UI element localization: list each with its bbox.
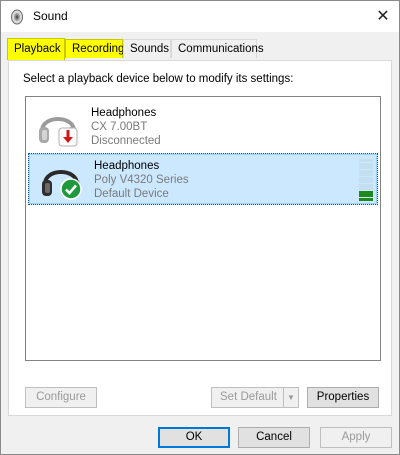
close-button[interactable]: ✕ [371, 5, 395, 27]
device-status: Disconnected [91, 135, 161, 147]
instruction-text: Select a playback device below to modify… [23, 73, 294, 85]
device-list[interactable]: Headphones CX 7.00BT Disconnected Headph… [25, 96, 381, 361]
tab-recording[interactable]: Recording [65, 39, 124, 58]
device-status: Default Device [94, 188, 169, 200]
window-title: Sound [33, 9, 68, 23]
default-check-icon [60, 178, 82, 200]
device-item-poly-v4320[interactable]: Headphones Poly V4320 Series Default Dev… [28, 153, 378, 205]
playback-panel: Select a playback device below to modify… [8, 60, 392, 416]
ok-button[interactable]: OK [158, 427, 230, 448]
speaker-icon [11, 9, 23, 25]
device-item-cx700bt[interactable]: Headphones CX 7.00BT Disconnected [26, 101, 376, 153]
tab-playback[interactable]: Playback [7, 38, 65, 60]
sound-dialog: Sound ✕ Playback Recording Sounds Commun… [0, 0, 400, 455]
title-bar: Sound ✕ [1, 1, 399, 32]
set-default-button[interactable]: Set Default ▼ [211, 387, 299, 408]
device-model: Poly V4320 Series [94, 174, 189, 186]
properties-button[interactable]: Properties [307, 387, 379, 408]
disconnected-arrow-icon [58, 127, 78, 147]
volume-level-meter [359, 159, 373, 201]
tab-sounds[interactable]: Sounds [123, 39, 171, 58]
set-default-label: Set Default [220, 391, 277, 403]
apply-button[interactable]: Apply [320, 427, 392, 448]
tab-communications[interactable]: Communications [171, 39, 264, 58]
chevron-down-icon[interactable]: ▼ [283, 388, 298, 407]
device-model: CX 7.00BT [91, 121, 148, 133]
device-name: Headphones [91, 107, 157, 119]
device-name: Headphones [94, 160, 160, 172]
meter-segment-lit [359, 197, 373, 201]
configure-button[interactable]: Configure [25, 387, 97, 408]
cancel-button[interactable]: Cancel [238, 427, 310, 448]
close-icon: ✕ [376, 8, 390, 25]
